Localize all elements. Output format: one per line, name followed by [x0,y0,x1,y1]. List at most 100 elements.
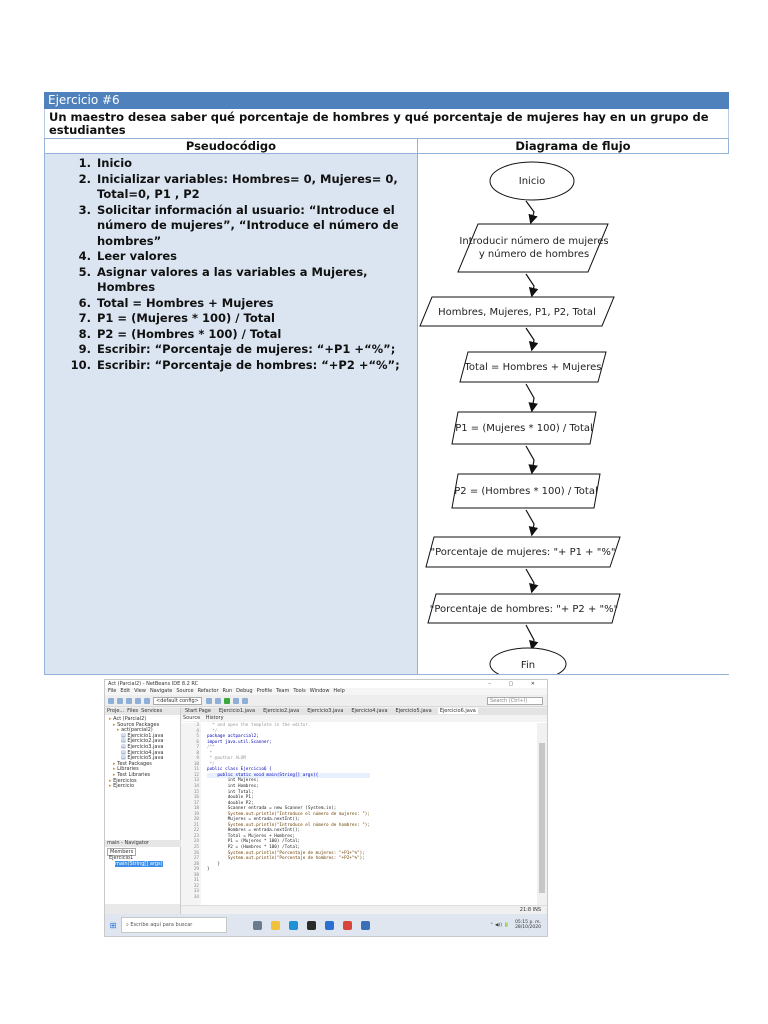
build-icon[interactable] [205,697,212,704]
step-text: P2 = (Hombres * 100) / Total [97,326,282,341]
navigator-tree: Ejercicio1 main(String[] args) [109,855,163,867]
file-tab[interactable]: Ejercicio1.java [217,708,257,714]
menu-item[interactable]: Help [333,688,344,694]
menu-item[interactable]: Tools [293,688,305,694]
netbeans-screenshot: Act (Parcial2) - NetBeans IDE 8.2 RC – ▢… [104,679,548,937]
projects-pane: Proje... Files Services ▸ Act (Parcial2) ▸ … [105,708,182,914]
edge-icon[interactable] [289,920,298,930]
pseudocode-step: 7. P1 = (Mujeres * 100) / Total [45,311,417,327]
clean-build-icon[interactable] [214,697,221,704]
step-number: 6. [78,295,91,310]
step-number: 2. [78,171,91,186]
tray-clock[interactable]: 05:15 p. m. 28/10/2020 [515,920,541,930]
profile-icon[interactable] [241,697,248,704]
scrollbar-thumb[interactable] [539,743,545,893]
step-text: Inicio [97,156,133,170]
end-label: Fin [521,660,535,671]
task-view-icon[interactable] [253,920,262,930]
step-text: Asignar valores a las variables a Mujere… [97,264,368,295]
editor-scrollbar[interactable] [537,723,547,906]
step-number: 5. [78,264,91,279]
ide-window-title: Act (Parcial2) - NetBeans IDE 8.2 RC [108,681,199,687]
windows-taskbar: ⊞ ⌕ Escribe aquí para buscar ⌃ ◀)) 🔋 05:… [105,914,547,936]
debug-icon[interactable] [232,697,239,704]
run-icon[interactable] [223,697,230,704]
arrow-8 [525,624,539,651]
taskbar-apps [253,920,379,930]
flowchart-header: Diagrama de flujo [417,139,728,154]
ide-menu-bar: File Edit View Navigate Source Refactor Run Deb… [105,688,547,695]
redo-icon[interactable] [144,697,150,704]
pseudocode-step: 10. Escribir: “Porcentaje de hombres: “+P… [45,358,417,374]
input-parallelogram [457,223,609,273]
ide-title-bar: Act (Parcial2) - NetBeans IDE 8.2 RC – ▢… [105,680,547,688]
navigator-tab[interactable]: main - Navigator [105,840,182,847]
undo-icon[interactable] [135,697,141,704]
output-women-label: "Porcentaje de mujeres: "+ P1 + "%" [430,547,615,558]
new-file-icon[interactable] [108,697,114,704]
arrow-6 [525,509,539,537]
pseudocode-step: 1. Inicio [45,156,417,172]
open-project-icon[interactable] [117,697,123,704]
menu-item[interactable]: Window [310,688,330,694]
menu-item[interactable]: Edit [120,688,130,694]
menu-item[interactable]: File [108,688,116,694]
total-label: Total = Hombres + Mujeres [463,362,601,373]
pane-tab[interactable]: Files [127,708,138,714]
step-number: 1. [78,156,91,170]
step-text: Total = Hombres + Mujeres [97,295,274,310]
pane-tab[interactable]: Services [141,708,162,714]
file-tab[interactable]: Ejercicio3.java [305,708,345,714]
pseudocode-step: 5. Asignar valores a las variables a Muje… [45,265,417,296]
file-tab[interactable]: Ejercicio4.java [349,708,389,714]
menu-item[interactable]: Profile [257,688,273,694]
chrome-icon[interactable] [343,920,352,930]
menu-item[interactable]: Source [176,688,193,694]
mail-icon[interactable] [325,920,334,930]
ide-toolbar: <default config> Search (Ctrl+I) [105,695,547,707]
tray-icons[interactable]: ⌃ ◀)) 🔋 [490,923,509,928]
pane-tab[interactable]: Proje... [107,708,124,714]
left-bottom-toolbar [105,904,180,914]
windows-start-icon[interactable]: ⊞ [105,914,121,936]
menu-item[interactable]: Team [276,688,289,694]
file-tab[interactable]: Ejercicio6.java [437,708,478,714]
source-tab[interactable]: Source [183,715,201,721]
project-tree-item[interactable]: ▸ Ejercicio [109,783,180,790]
code-line[interactable]: } [207,867,370,873]
config-select[interactable]: <default config> [153,696,202,705]
arrow-3 [525,327,539,352]
exercise-title: Ejercicio #6 [44,92,729,109]
step-text: Solicitar información al usuario: “Intro… [97,202,399,248]
code-lines[interactable]: * and open the template in the editor. *… [201,723,370,906]
code-area[interactable]: 3 4 5 6 7 8 9 10 11 12 13 14 15 16 17 18 19 20 21 22 23 24 25 2… [181,723,537,906]
pseudocode-header: Pseudocódigo [45,139,417,154]
start-label: Inicio [519,176,545,187]
file-tab[interactable]: Ejercicio2.java [261,708,301,714]
menu-item[interactable]: Run [223,688,233,694]
save-all-icon[interactable] [126,697,132,704]
store-icon[interactable] [307,920,316,930]
editor-toolbar: Source History [181,715,547,722]
arrow-1 [525,200,538,225]
menu-item[interactable]: Refactor [198,688,219,694]
menu-item[interactable]: Navigate [150,688,172,694]
history-tab[interactable]: History [206,715,224,721]
menu-item[interactable]: View [134,688,146,694]
file-tab[interactable]: Start Page [183,708,213,714]
file-explorer-icon[interactable] [271,920,280,930]
arrow-4 [525,383,538,413]
menu-item[interactable]: Debug [236,688,252,694]
pseudocode-steps: 1. Inicio 2. Inicializar variables: Hombres… [45,156,417,373]
navigator-main-method[interactable]: main(String[] args) [115,860,163,867]
tray-date: 28/10/2020 [515,925,541,930]
flowchart-svg: Inicio Introducir número de mujeres y nú… [419,161,621,674]
window-controls[interactable]: – ▢ ✕ [488,680,547,688]
code-line[interactable]: System.out.println("Porcentaje de hombre… [207,856,370,862]
ide-search-input[interactable]: Search (Ctrl+I) [487,696,543,705]
step-text: Escribir: “Porcentaje de hombres: “+P2 +… [97,357,400,372]
taskbar-search-input[interactable]: ⌕ Escribe aquí para buscar [121,917,227,933]
file-tab[interactable]: Ejercicio5.java [394,708,434,714]
arrow-5 [525,445,538,475]
netbeans-icon[interactable] [361,920,370,930]
